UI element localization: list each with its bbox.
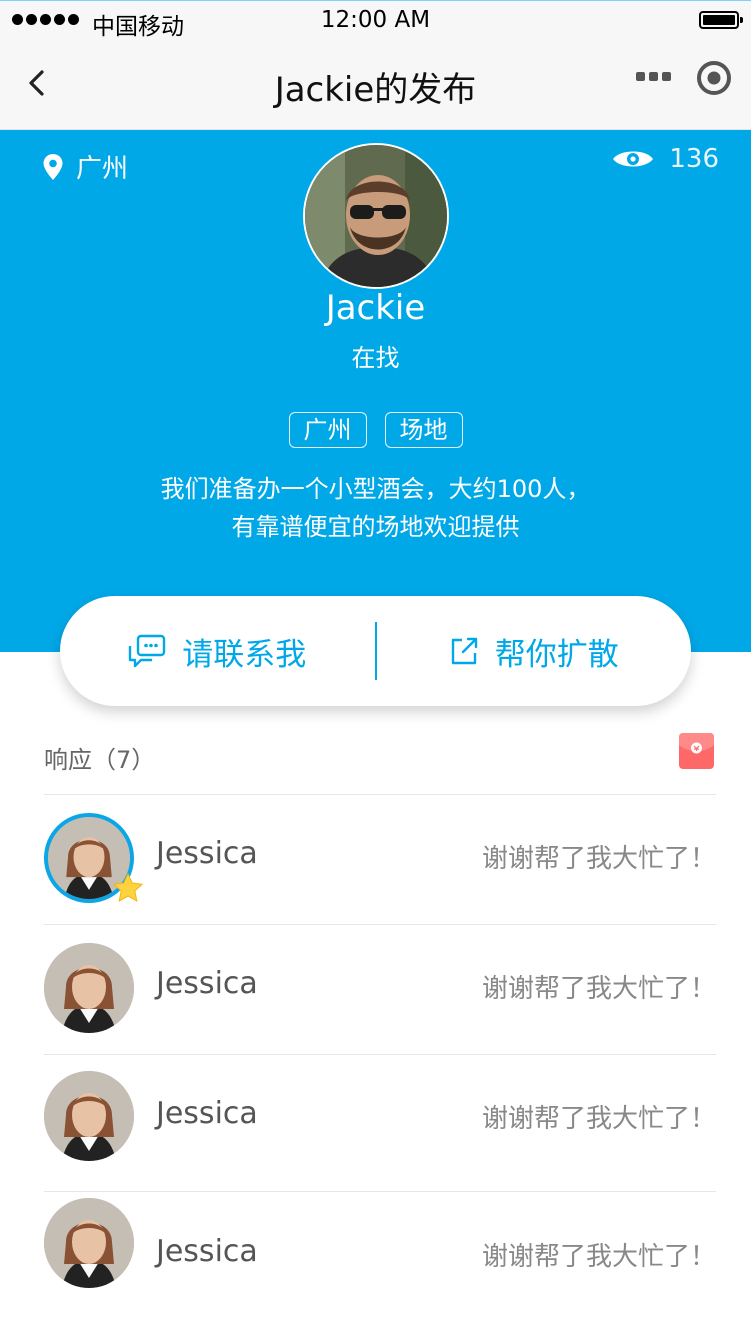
tag-category: 场地 (384, 412, 463, 448)
share-button[interactable]: 帮你扩散 (377, 629, 692, 674)
status-bar: 中国移动 12:00 AM (0, 0, 751, 40)
clock: 12:00 AM (320, 7, 431, 33)
avatar[interactable] (303, 143, 449, 289)
profile-header: 广州 136 Jackie 在找 广州 场地 我们准备办一个小型酒会，大约100… (0, 130, 751, 652)
chat-icon (129, 634, 166, 668)
target-icon[interactable] (696, 60, 732, 96)
red-packet-icon[interactable] (679, 733, 714, 769)
share-label: 帮你扩散 (494, 636, 619, 673)
post-status: 在找 (351, 344, 400, 372)
list-item[interactable]: Jessica 谢谢帮了我大忙了！ (44, 1192, 716, 1322)
more-dots-icon[interactable] (636, 72, 671, 81)
list-item[interactable]: Jessica 谢谢帮了我大忙了！ (44, 1054, 716, 1192)
user-photo (305, 145, 447, 287)
responses-header: 响应（7） (44, 733, 716, 795)
view-count-value: 136 (669, 144, 719, 174)
location: 广州 (42, 148, 128, 185)
user-name: Jackie (325, 288, 426, 328)
responses-title: 响应（7） (44, 746, 156, 774)
user-photo (44, 943, 134, 1033)
contact-me-button[interactable]: 请联系我 (60, 629, 375, 674)
contact-me-label: 请联系我 (182, 636, 307, 673)
responder-name: Jessica (156, 836, 258, 871)
description-line: 我们准备办一个小型酒会，大约100人， (160, 475, 591, 503)
location-pin-icon (43, 153, 63, 180)
action-bar: 请联系我 帮你扩散 (60, 596, 691, 706)
response-message: 谢谢帮了我大忙了！ (481, 844, 716, 874)
response-message: 谢谢帮了我大忙了！ (481, 1104, 716, 1134)
avatar[interactable] (44, 943, 134, 1033)
user-photo (44, 1198, 134, 1288)
responder-name: Jessica (156, 1234, 258, 1269)
list-item[interactable]: Jessica 谢谢帮了我大忙了！ (44, 924, 716, 1055)
tag-location: 广州 (288, 412, 367, 448)
user-photo (44, 1071, 134, 1161)
list-item[interactable]: Jessica 谢谢帮了我大忙了！ (44, 794, 716, 925)
star-icon (112, 872, 144, 902)
tag-list: 广州 场地 (0, 412, 751, 448)
eye-icon (613, 151, 654, 167)
view-count: 136 (611, 144, 719, 174)
avatar[interactable] (44, 1071, 134, 1161)
avatar[interactable] (44, 1198, 134, 1288)
location-label: 广州 (76, 154, 129, 184)
post-description: 我们准备办一个小型酒会，大约100人， 有靠谱便宜的场地欢迎提供 (80, 470, 671, 546)
page-title: Jackie的发布 (274, 70, 477, 110)
share-icon (451, 637, 477, 665)
response-message: 谢谢帮了我大忙了！ (481, 1242, 716, 1272)
response-message: 谢谢帮了我大忙了！ (481, 974, 716, 1004)
battery-icon (699, 11, 743, 29)
description-line: 有靠谱便宜的场地欢迎提供 (231, 513, 520, 541)
responder-name: Jessica (156, 1096, 258, 1131)
responder-name: Jessica (156, 966, 258, 1001)
nav-bar: Jackie的发布 (0, 40, 751, 130)
